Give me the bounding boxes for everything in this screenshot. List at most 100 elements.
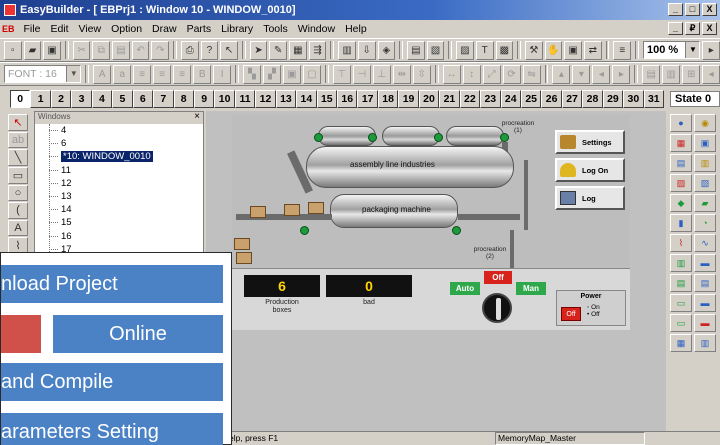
zoom-in-icon[interactable]: ▸ xyxy=(702,40,720,60)
chevron-down-icon[interactable]: ▼ xyxy=(685,42,700,58)
same-width-icon[interactable]: ↔ xyxy=(442,64,461,84)
state-button-15[interactable]: 15 xyxy=(316,90,337,108)
same-size-icon[interactable]: ⤢ xyxy=(482,64,501,84)
picture-icon[interactable]: ▨ xyxy=(456,40,474,60)
multi-state-icon[interactable]: ▤ xyxy=(670,154,692,172)
transfer-icon[interactable]: ⇄ xyxy=(583,40,602,60)
media-player-icon[interactable]: ▭ xyxy=(670,314,692,332)
state-button-1[interactable]: 1 xyxy=(30,90,51,108)
font-shrink-icon[interactable]: a xyxy=(113,64,132,84)
mode-selector-knob[interactable] xyxy=(482,293,512,323)
italic-icon[interactable]: I xyxy=(213,64,232,84)
menu-help[interactable]: Help xyxy=(340,23,372,35)
align-center-icon[interactable]: ≡ xyxy=(153,64,172,84)
align-icon[interactable]: ⇶ xyxy=(308,40,327,60)
unlock-icon[interactable]: ▥ xyxy=(662,64,681,84)
state-button-28[interactable]: 28 xyxy=(582,90,603,108)
text-icon[interactable]: A xyxy=(8,219,28,237)
align-top-icon[interactable]: ⊤ xyxy=(332,64,351,84)
list-icon[interactable]: ≡ xyxy=(613,40,632,60)
cut-icon[interactable]: ✂ xyxy=(72,40,91,60)
pid-icon[interactable]: ▬ xyxy=(694,314,716,332)
state-button-23[interactable]: 23 xyxy=(480,90,501,108)
state-button-13[interactable]: 13 xyxy=(275,90,297,108)
save-and-compile-button[interactable]: and Compile xyxy=(1,363,223,401)
lock-icon[interactable]: ▤ xyxy=(642,64,661,84)
scroll-left-icon[interactable]: ◂ xyxy=(702,64,720,84)
zoom-select[interactable]: 100 % ▼ xyxy=(642,41,701,59)
device-icon[interactable]: ▣ xyxy=(564,40,582,60)
font-select[interactable]: FONT : 16 ▼ xyxy=(4,65,82,83)
tree-item-window-11[interactable]: 11 xyxy=(35,164,203,177)
power-off-button[interactable]: Off xyxy=(561,307,581,321)
arc-icon[interactable]: ( xyxy=(8,202,28,219)
lamp-icon[interactable]: ◉ xyxy=(694,114,716,132)
state-button-26[interactable]: 26 xyxy=(541,90,562,108)
menu-view[interactable]: View xyxy=(74,23,107,35)
same-height-icon[interactable]: ↕ xyxy=(462,64,481,84)
align-left-icon[interactable]: ≡ xyxy=(133,64,152,84)
open-folder-icon[interactable]: ▰ xyxy=(23,40,42,60)
alarm-display-icon[interactable]: ▤ xyxy=(670,274,692,292)
log-button[interactable]: Log xyxy=(555,186,625,210)
numeric-input-icon[interactable]: ▨ xyxy=(670,174,692,192)
pencil-icon[interactable]: ✎ xyxy=(269,40,288,60)
redo-icon[interactable]: ↷ xyxy=(151,40,170,60)
download-project-button[interactable]: nload Project xyxy=(1,265,223,303)
state-button-27[interactable]: 27 xyxy=(561,90,583,108)
layer-front-icon[interactable]: ▚ xyxy=(243,64,261,84)
state-button-9[interactable]: 9 xyxy=(193,90,215,108)
settings-button[interactable]: Settings xyxy=(555,130,625,154)
nudge-up-icon[interactable]: ▴ xyxy=(552,64,571,84)
context-help-icon[interactable]: ↖ xyxy=(220,40,238,60)
state-button-3[interactable]: 3 xyxy=(71,90,92,108)
menu-draw[interactable]: Draw xyxy=(147,23,182,35)
line-icon[interactable]: ╲ xyxy=(8,149,28,166)
download-icon[interactable]: ⇩ xyxy=(357,40,376,60)
mdi-minimize-button[interactable]: _ xyxy=(668,22,683,35)
state-button-30[interactable]: 30 xyxy=(623,90,644,108)
new-file-icon[interactable]: ▫ xyxy=(4,40,22,60)
paste-icon[interactable]: ▤ xyxy=(112,40,130,60)
undo-icon[interactable]: ↶ xyxy=(131,40,150,60)
chevron-down-icon[interactable]: ▼ xyxy=(66,66,81,82)
scheduler-icon[interactable]: ▦ xyxy=(670,334,692,352)
maximize-button[interactable]: □ xyxy=(685,3,700,16)
state-button-6[interactable]: 6 xyxy=(132,90,154,108)
align-bottom-icon[interactable]: ⊥ xyxy=(372,64,391,84)
save-icon[interactable]: ▣ xyxy=(43,40,61,60)
word-lamp-icon[interactable]: ▦ xyxy=(670,134,692,152)
state-button-18[interactable]: 18 xyxy=(377,90,399,108)
minimize-button[interactable]: _ xyxy=(668,3,683,16)
space-h-icon[interactable]: ⇹ xyxy=(392,64,411,84)
layer-back-icon[interactable]: ▞ xyxy=(263,64,281,84)
state-button-24[interactable]: 24 xyxy=(500,90,521,108)
state-button-20[interactable]: 20 xyxy=(418,90,440,108)
print-icon[interactable]: ⎙ xyxy=(180,40,199,60)
library-icon[interactable]: ▩ xyxy=(495,40,514,60)
menu-library[interactable]: Library xyxy=(216,23,258,35)
alarm-bar-icon[interactable]: ▬ xyxy=(694,254,716,272)
state-button-5[interactable]: 5 xyxy=(112,90,133,108)
state-button-22[interactable]: 22 xyxy=(459,90,481,108)
event-display-icon[interactable]: ▤ xyxy=(694,274,716,292)
recipe-icon[interactable]: ▧ xyxy=(426,40,445,60)
menu-edit[interactable]: Edit xyxy=(45,23,73,35)
snap-icon[interactable]: ⊞ xyxy=(682,64,701,84)
copy-icon[interactable]: ⧉ xyxy=(92,40,111,60)
rotate-icon[interactable]: ⟳ xyxy=(502,64,521,84)
state-button-14[interactable]: 14 xyxy=(296,90,317,108)
spell-icon[interactable]: ab xyxy=(8,131,28,149)
power-switch[interactable]: ◦ On • Off xyxy=(587,304,600,318)
backup-icon[interactable]: ▬ xyxy=(694,294,716,312)
function-key-icon[interactable]: ▥ xyxy=(694,154,716,172)
off-indicator[interactable]: Off xyxy=(484,271,512,284)
slide-switch-icon[interactable]: ▰ xyxy=(694,194,716,212)
online-simulation-icon[interactable]: ◈ xyxy=(377,40,396,60)
state-button-16[interactable]: 16 xyxy=(337,90,358,108)
tree-item-window-10[interactable]: *10: WINDOW_0010 xyxy=(35,150,203,163)
bold-icon[interactable]: B xyxy=(193,64,212,84)
toggle-switch-icon[interactable]: ▣ xyxy=(694,134,716,152)
state-button-21[interactable]: 21 xyxy=(439,90,460,108)
group-icon[interactable]: ▣ xyxy=(282,64,301,84)
